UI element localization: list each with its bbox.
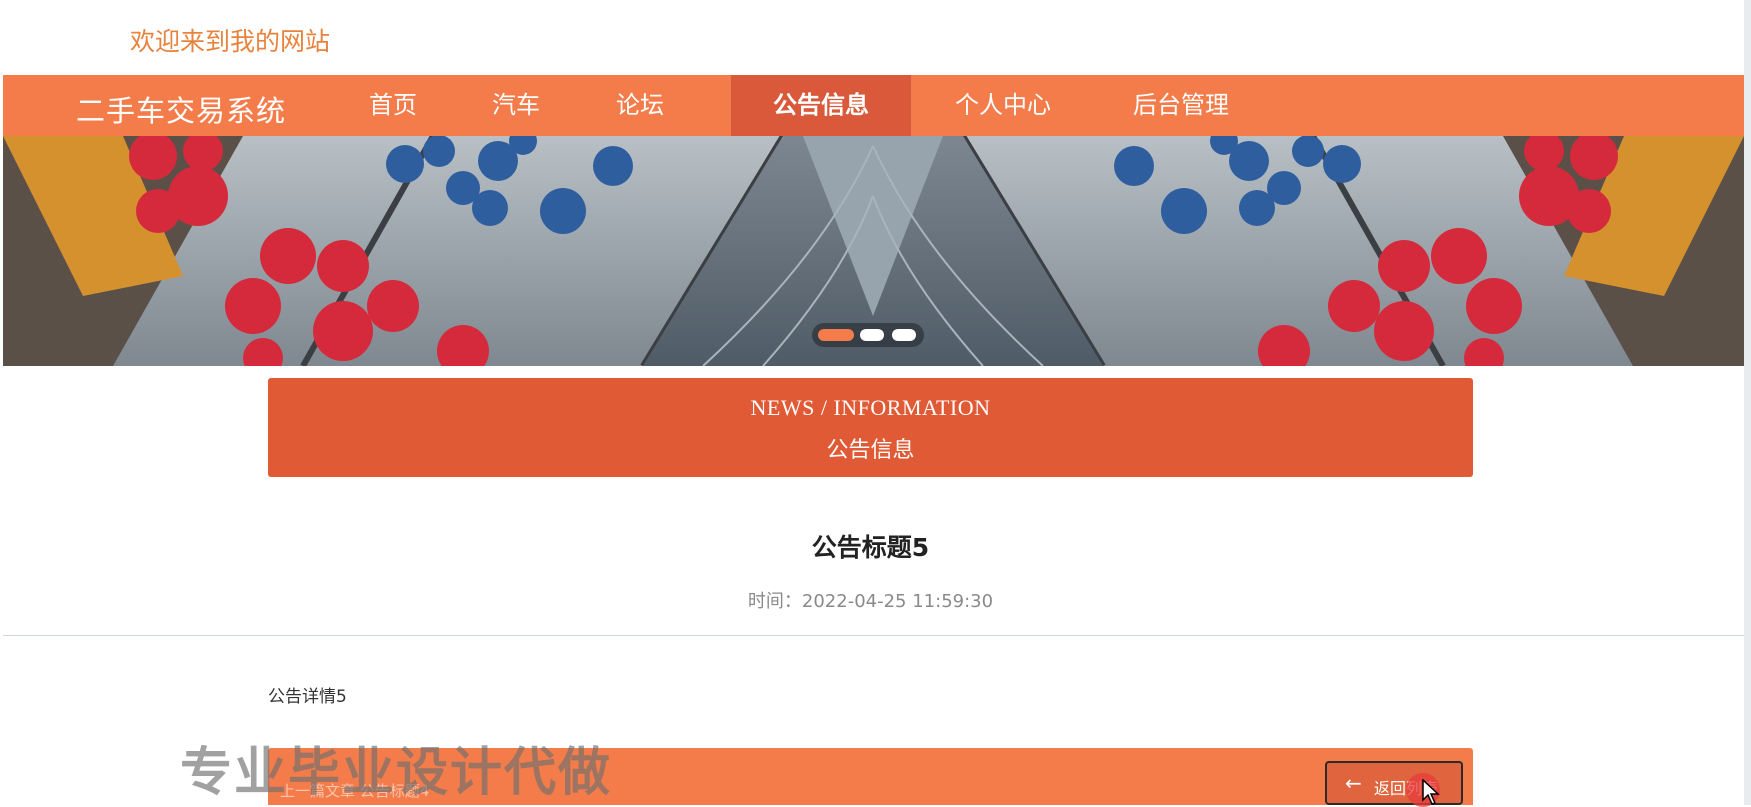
- nav-item-forum[interactable]: 论坛: [590, 75, 690, 136]
- carousel-indicators: [812, 323, 924, 347]
- back-to-list-button[interactable]: ← 返回列表: [1325, 761, 1463, 805]
- mouse-cursor-icon: [1422, 779, 1440, 805]
- window-edge: [1744, 0, 1751, 805]
- arrow-left-icon: ←: [1345, 771, 1362, 795]
- article-meta: 时间：2022-04-25 11:59:30: [0, 587, 1741, 613]
- article-content: 公告详情5: [268, 687, 347, 707]
- nav-item-admin[interactable]: 后台管理: [1116, 75, 1246, 136]
- carousel-dot-1[interactable]: [818, 329, 854, 341]
- content-divider: [3, 635, 1744, 636]
- nav-item-personal-center[interactable]: 个人中心: [938, 75, 1068, 136]
- section-header: NEWS / INFORMATION 公告信息: [268, 378, 1473, 477]
- time-value: 2022-04-25 11:59:30: [801, 591, 994, 612]
- top-bar: 欢迎来到我的网站: [0, 0, 1751, 75]
- nav-item-home[interactable]: 首页: [343, 75, 443, 136]
- article-title: 公告标题5: [811, 533, 930, 562]
- site-brand[interactable]: 二手车交易系统: [76, 88, 286, 130]
- welcome-text: 欢迎来到我的网站: [130, 27, 331, 56]
- watermark-overlay: 专业毕业设计代做: [180, 743, 613, 803]
- nav-item-announcements[interactable]: 公告信息: [731, 75, 911, 136]
- section-title-cn: 公告信息: [826, 438, 915, 463]
- carousel-dot-3[interactable]: [892, 329, 916, 341]
- carousel-dot-2[interactable]: [860, 329, 884, 341]
- nav-item-cars[interactable]: 汽车: [466, 75, 566, 136]
- time-label: 时间：: [747, 591, 802, 612]
- section-title-en: NEWS / INFORMATION: [750, 395, 991, 420]
- main-navbar: 二手车交易系统 首页 汽车 论坛 公告信息 个人中心 后台管理: [3, 75, 1744, 136]
